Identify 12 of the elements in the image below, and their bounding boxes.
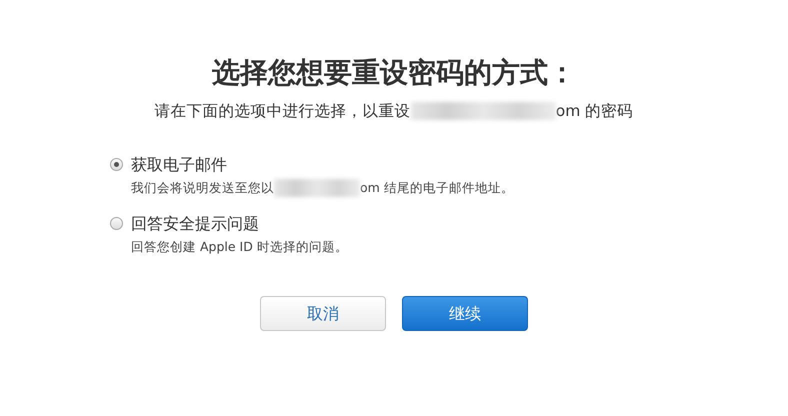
option-label[interactable]: 获取电子邮件 [131,152,227,177]
radio-button[interactable] [110,217,123,230]
continue-button[interactable]: 继续 [402,296,528,332]
subtitle-text: 请在下面的选项中进行选择，以重设 [154,102,411,120]
subtitle-text: om 的密码 [556,102,634,120]
radio-button[interactable] [110,158,123,172]
option-description: 回答您创建 Apple ID 时选择的问题。 [131,238,348,254]
option-description: 我们会将说明发送至您以 [131,180,274,195]
option-label[interactable]: 回答安全提示问题 [131,212,259,236]
option-description: om 结尾的电子邮件地址。 [360,180,514,195]
cancel-button[interactable]: 取消 [260,296,386,332]
page-title: 选择您想要重设密码的方式： [211,56,577,90]
